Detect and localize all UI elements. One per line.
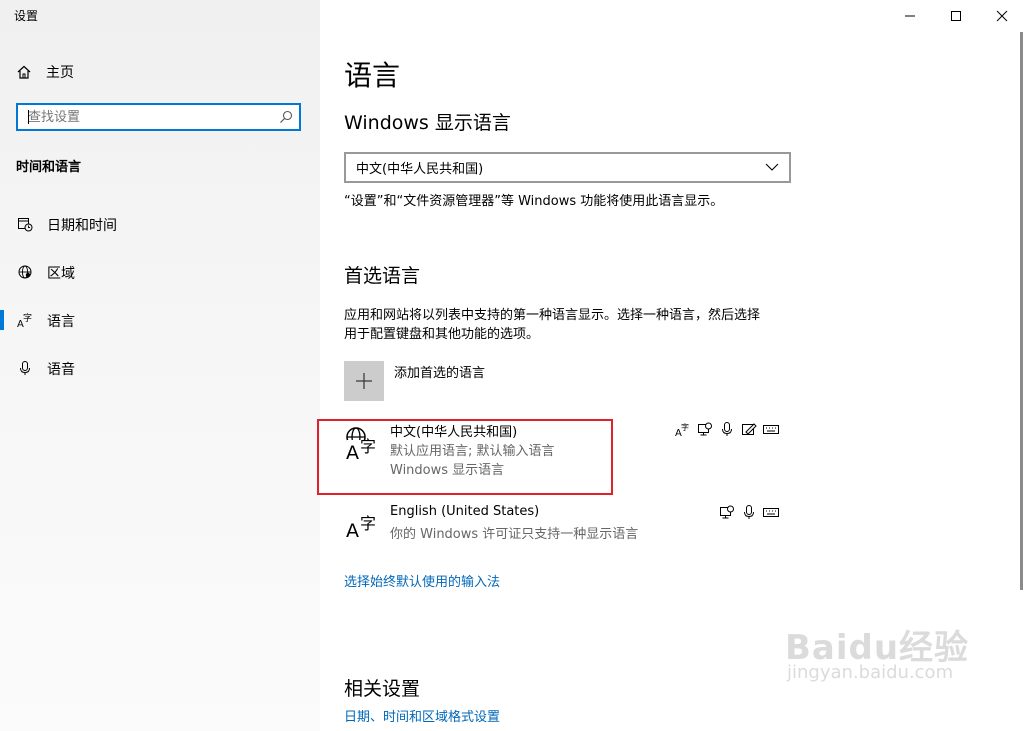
sidebar-item-speech[interactable]: 语音 xyxy=(0,353,320,383)
sidebar-item-language[interactable]: A 字 语言 xyxy=(0,305,320,335)
sidebar: 设置 主页 时间和语言 日期和时间 区域 xyxy=(0,0,320,731)
preferred-description-line1: 应用和网站将以列表中支持的第一种语言显示。选择一种语言，然后选择 xyxy=(344,308,761,323)
window-controls xyxy=(887,0,1025,32)
speech-icon xyxy=(719,504,735,520)
text-caret xyxy=(28,110,29,124)
keyboard-icon xyxy=(763,504,779,520)
maximize-icon xyxy=(951,11,961,21)
home-icon xyxy=(17,65,31,79)
svg-text:字: 字 xyxy=(23,312,32,324)
app-title: 设置 xyxy=(14,9,39,23)
close-button[interactable] xyxy=(979,0,1025,32)
language-glyph-icon: A 字 xyxy=(346,514,376,541)
language-icon: A 字 xyxy=(17,312,32,328)
plus-icon xyxy=(356,373,372,389)
watermark: Baidu经验 jingyan.baidu.com xyxy=(785,620,975,700)
add-language-tile[interactable] xyxy=(344,361,384,401)
watermark-url: jingyan.baidu.com xyxy=(787,662,954,683)
microphone-icon xyxy=(719,421,735,437)
calendar-clock-icon xyxy=(18,218,33,232)
sidebar-item-date-time[interactable]: 日期和时间 xyxy=(0,209,320,239)
handwriting-icon xyxy=(741,421,757,437)
svg-text:字: 字 xyxy=(681,422,689,432)
active-indicator xyxy=(0,310,4,330)
scrollbar[interactable] xyxy=(1020,32,1023,590)
date-time-region-format-link[interactable]: 日期、时间和区域格式设置 xyxy=(344,706,500,725)
section-heading: 时间和语言 xyxy=(16,160,82,175)
highlight-annotation xyxy=(317,419,613,495)
display-language-value: 中文(中华人民共和国) xyxy=(356,162,484,177)
home-label: 主页 xyxy=(46,65,74,81)
add-language-button[interactable]: 添加首选的语言 xyxy=(344,361,485,401)
preferred-description-line2: 用于配置键盘和其他功能的选项。 xyxy=(344,327,540,342)
related-settings-heading: 相关设置 xyxy=(344,678,421,700)
microphone-icon xyxy=(741,504,757,520)
minimize-icon xyxy=(905,15,915,17)
add-language-label: 添加首选的语言 xyxy=(394,366,486,381)
input-method-link[interactable]: 选择始终默认使用的输入法 xyxy=(344,571,500,590)
language-features: A字 xyxy=(675,421,779,437)
display-language-heading: Windows 显示语言 xyxy=(344,112,511,134)
svg-text:A: A xyxy=(346,520,359,541)
language-item-en-us[interactable]: A 字 English (United States) 你的 Windows 许… xyxy=(344,504,789,544)
page-title: 语言 xyxy=(344,59,401,92)
language-name: English (United States) xyxy=(390,504,540,519)
home-nav-item[interactable]: 主页 xyxy=(16,62,74,82)
sidebar-item-label: 语言 xyxy=(47,314,75,330)
microphone-icon xyxy=(20,361,30,375)
search-box[interactable] xyxy=(16,103,301,131)
language-status: 你的 Windows 许可证只支持一种显示语言 xyxy=(390,527,639,542)
chevron-down-icon xyxy=(765,163,779,171)
language-features xyxy=(719,504,779,520)
sidebar-item-label: 日期和时间 xyxy=(47,218,117,234)
speech-icon xyxy=(697,421,713,437)
search-icon[interactable] xyxy=(279,110,293,124)
sidebar-item-label: 区域 xyxy=(47,266,75,282)
display-language-select[interactable]: 中文(中华人民共和国) xyxy=(344,152,791,183)
maximize-button[interactable] xyxy=(933,0,979,32)
globe-region-icon xyxy=(18,265,32,279)
search-input[interactable] xyxy=(18,105,278,129)
close-icon xyxy=(996,10,1008,22)
keyboard-icon xyxy=(763,421,779,437)
display-language-description: “设置”和“文件资源管理器”等 Windows 功能将使用此语言显示。 xyxy=(344,194,724,209)
svg-text:字: 字 xyxy=(360,514,376,533)
sidebar-item-region[interactable]: 区域 xyxy=(0,257,320,287)
preferred-languages-heading: 首选语言 xyxy=(344,265,421,287)
sidebar-item-label: 语音 xyxy=(47,362,75,378)
display-language-icon: A字 xyxy=(675,421,691,437)
minimize-button[interactable] xyxy=(887,0,933,32)
